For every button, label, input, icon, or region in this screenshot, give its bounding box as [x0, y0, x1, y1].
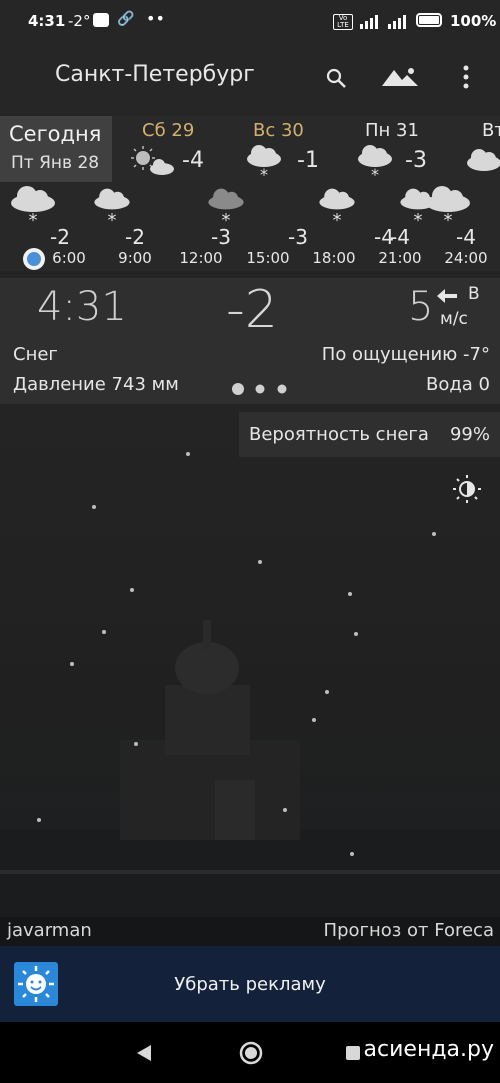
hourly-time: 6:00 — [52, 249, 86, 267]
today-label: Сегодня — [9, 122, 102, 146]
day-tab-tue[interactable]: Вт — [462, 116, 500, 182]
more-notifications-icon: •• — [146, 9, 165, 28]
credits-bar: javarman Прогноз от Foreca — [0, 917, 500, 946]
day-name: Вс 30 — [253, 120, 304, 141]
current-time: 4:31 — [37, 284, 127, 330]
wind-speed: 5 — [408, 284, 434, 330]
day-night-icon[interactable] — [452, 474, 482, 504]
hourly-item: -2 6:00 — [20, 188, 100, 268]
remove-ads-label[interactable]: Убрать рекламу — [0, 974, 500, 995]
hourly-item: -4 24:00 — [426, 188, 500, 268]
city-title[interactable]: Санкт-Петербург — [55, 62, 255, 87]
svg-text:*: * — [371, 165, 379, 180]
status-time: 4:31 — [28, 12, 66, 30]
search-icon[interactable] — [324, 66, 348, 90]
back-icon[interactable] — [136, 1044, 152, 1062]
day-tab-today[interactable]: Сегодня Пт Янв 28 — [0, 116, 112, 182]
signal-icon — [360, 15, 406, 29]
current-panel[interactable]: 4:31 -2 5 В м/с Снег По ощущению -7° Дав… — [0, 278, 500, 404]
remove-ads-bar[interactable]: Убрать рекламу — [0, 946, 500, 1022]
current-temp: -2 — [226, 280, 278, 340]
day-name: Сб 29 — [142, 120, 195, 141]
battery-percent: 100% — [450, 12, 497, 30]
snow-prob-label: Вероятность снега — [249, 424, 429, 445]
wind-arrow-icon — [437, 289, 457, 303]
svg-text:*: * — [260, 165, 268, 180]
day-temp: -1 — [297, 148, 319, 173]
recents-icon[interactable] — [345, 1045, 361, 1061]
forecast-provider[interactable]: Прогноз от Foreca — [324, 920, 494, 941]
cloud-icon — [467, 149, 500, 171]
hourly-temp: -2 — [50, 225, 70, 249]
condition-text: Снег — [13, 344, 58, 365]
day-name: Пн 31 — [365, 120, 419, 141]
landscape-icon[interactable] — [382, 66, 418, 90]
link-icon: 🔗 — [117, 11, 135, 27]
status-bar: 4:31 -2° 🔗 •• Vo LTE 100% — [0, 0, 500, 44]
day-tab-sun[interactable]: Вс 30 * -1 — [240, 116, 345, 182]
page-indicator-dots[interactable] — [230, 381, 294, 397]
today-date: Пт Янв 28 — [11, 153, 100, 173]
day-tab-sat[interactable]: Сб 29 -4 — [125, 116, 230, 182]
photo-author[interactable]: javarman — [7, 920, 92, 941]
hourly-temp: -4 — [456, 225, 476, 249]
pressure: Давление 743 мм — [13, 374, 179, 395]
app-bar: Санкт-Петербург — [0, 44, 500, 114]
wind-direction: В — [468, 284, 480, 304]
day-temp: -3 — [405, 148, 427, 173]
hourly-temp: -4 — [390, 225, 410, 249]
system-nav-bar: асиенда.ру — [0, 1022, 500, 1083]
home-icon[interactable] — [238, 1040, 264, 1066]
snow-probability-panel: Вероятность снега 99% — [239, 412, 500, 457]
day-temp: -4 — [182, 148, 204, 173]
day-name: Вт — [482, 120, 500, 141]
snow-prob-value: 99% — [449, 424, 490, 445]
sun-cloud-icon — [131, 146, 174, 175]
snow-cloud-icon: * — [247, 145, 281, 180]
volte-icon: Vo LTE — [333, 14, 353, 30]
cathedral-silhouette — [0, 620, 500, 920]
battery-icon — [416, 13, 442, 27]
status-temp: -2° — [68, 12, 91, 30]
watermark: асиенда.ру — [363, 1037, 494, 1062]
day-tab-mon[interactable]: Пн 31 * -3 — [352, 116, 457, 182]
feels-like: По ощущению -7° — [321, 344, 490, 365]
water: Вода 0 — [425, 374, 490, 395]
more-vert-icon[interactable] — [460, 64, 472, 90]
hourly-time: 24:00 — [444, 249, 488, 267]
snow-cloud-icon: * — [358, 145, 392, 180]
notification-icon — [93, 13, 109, 27]
wind-unit: м/с — [440, 309, 468, 329]
